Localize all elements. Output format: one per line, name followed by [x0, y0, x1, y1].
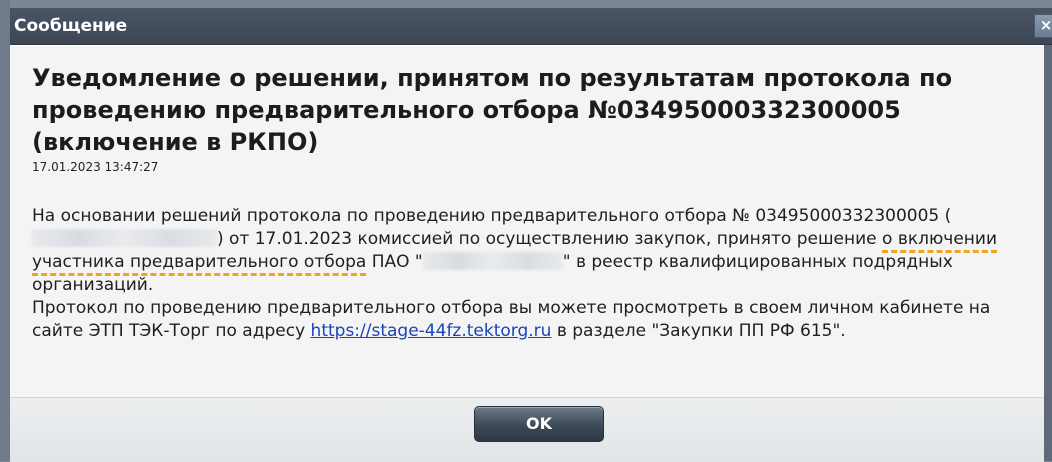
body-text: На основании решений протокола по провед…	[32, 206, 952, 226]
tektorg-link[interactable]: https://stage-44fz.tektorg.ru	[311, 321, 552, 341]
dialog-title: Сообщение	[14, 16, 128, 36]
body-text: в разделе "Закупки ПП РФ 615".	[551, 321, 846, 341]
message-heading: Уведомление о решении, принятом по резул…	[32, 64, 953, 156]
message-body: На основании решений протокола по провед…	[32, 205, 1044, 343]
redacted-text	[32, 229, 217, 247]
close-icon[interactable]: ×	[1034, 14, 1052, 38]
body-text: ПАО "	[366, 252, 423, 272]
message-timestamp: 17.01.2023 13:47:27	[32, 160, 159, 174]
message-dialog: Сообщение × Уведомление о решении, приня…	[10, 8, 1052, 462]
dialog-content: Уведомление о решении, принятом по резул…	[10, 45, 1044, 398]
body-text: ) от 17.01.2023 комиссией по осуществлен…	[217, 229, 883, 249]
window-edge	[0, 0, 10, 461]
ok-button[interactable]: OK	[474, 406, 604, 442]
dialog-titlebar[interactable]: Сообщение ×	[10, 8, 1052, 45]
dialog-footer: OK	[10, 397, 1044, 462]
redacted-text	[422, 252, 563, 270]
